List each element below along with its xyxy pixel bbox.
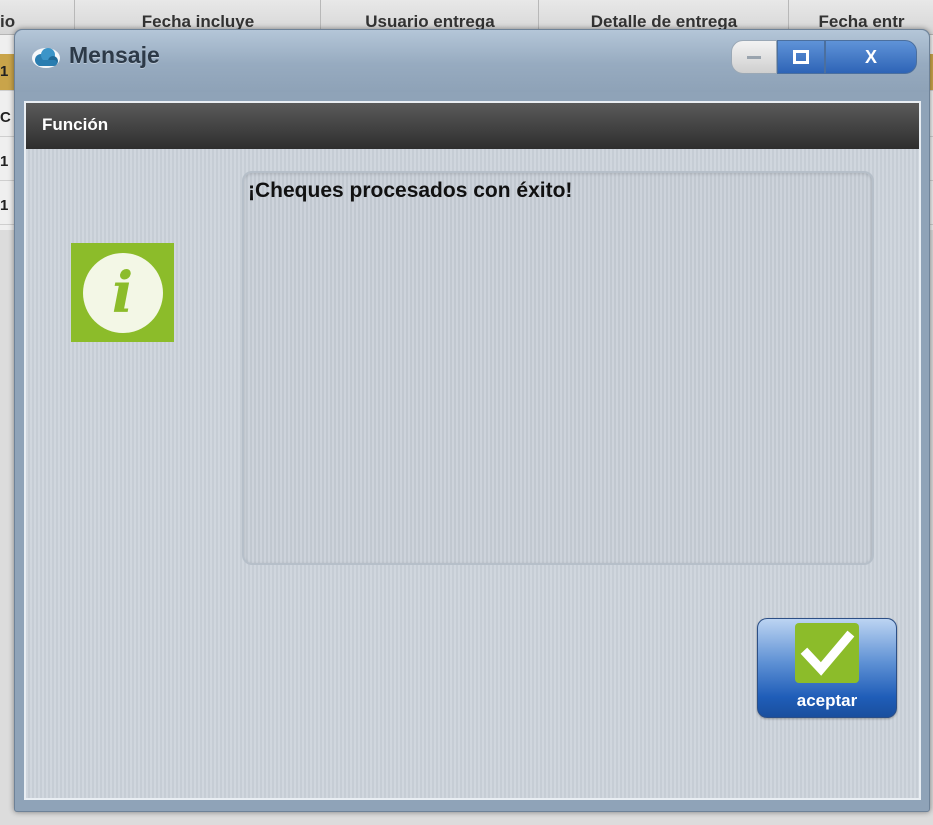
cloud-app-icon [32, 48, 60, 68]
table-cell: 1 [0, 63, 9, 80]
table-cell: C [0, 109, 11, 126]
checkmark-glyph [800, 630, 855, 676]
close-icon: X [864, 46, 877, 67]
minimize-button[interactable] [731, 40, 777, 74]
message-dialog: Mensaje X Función i ¡Cheques procesados … [14, 29, 930, 812]
dialog-content: Función i ¡Cheques procesados con éxito!… [24, 101, 921, 800]
table-cell: 1 [0, 197, 9, 214]
info-icon: i [71, 243, 174, 342]
title-bar[interactable]: Mensaje X [15, 30, 929, 92]
accept-button[interactable]: aceptar [757, 618, 897, 718]
minimize-icon [747, 56, 761, 59]
accept-button-label: aceptar [796, 691, 858, 710]
section-title: Función [42, 115, 109, 134]
message-box: ¡Cheques procesados con éxito! [242, 171, 874, 565]
section-header: Función [26, 103, 919, 149]
info-glyph: i [82, 252, 163, 333]
checkmark-icon [795, 623, 859, 683]
close-button[interactable]: X [825, 40, 917, 74]
maximize-icon [793, 50, 809, 64]
table-cell: 1 [0, 153, 9, 170]
maximize-button[interactable] [777, 40, 825, 74]
window-title: Mensaje [69, 42, 160, 68]
message-text: ¡Cheques procesados con éxito! [248, 179, 573, 202]
